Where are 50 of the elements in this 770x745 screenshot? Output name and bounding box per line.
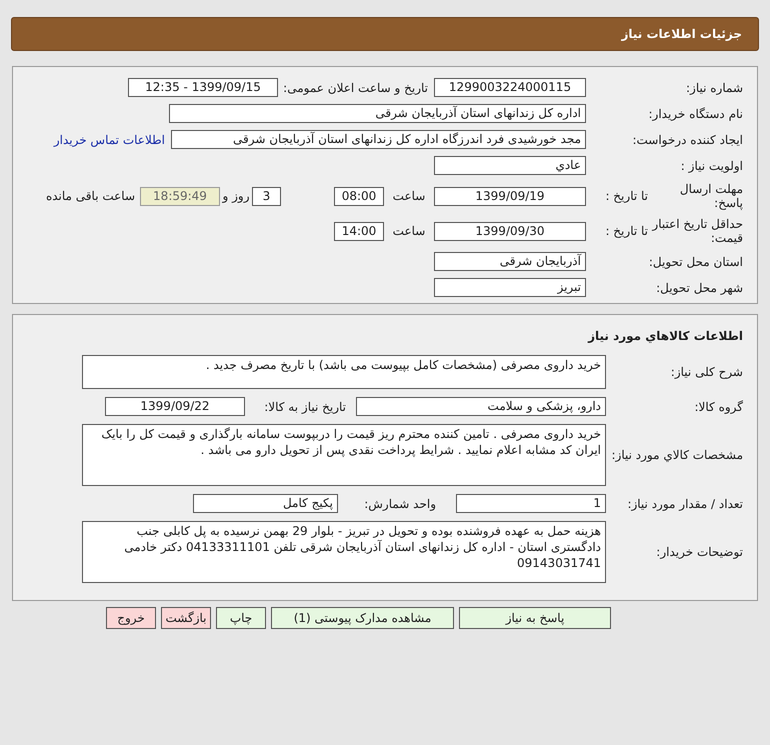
field-value: خرید داروی مصرفی . تامین کننده محترم ریز قیمت را دربپوست سامانه بارگذاری و قیمت کل را بایک ایران کد مشابه اعلام نمایید . شرایط پرداخت نقدی پس از تحویل دارو می باشد . [82,424,606,486]
field-label: تاریخ نیاز به کالا: [263,398,346,416]
field-value: 1 [456,494,606,513]
field-value: تبریز [434,278,586,297]
field-value: 1399/09/19 [434,186,586,206]
field-label: تا تاریخ : [604,188,648,205]
field-value: دارو، پزشکی و سلامت [356,397,606,416]
field-label: تا تاریخ : [604,223,648,240]
field-label: مشخصات کالاي مورد نیاز: [610,448,743,462]
field-label: شماره نیاز: [685,80,743,94]
field-value: آذربایجان شرقی [434,252,586,271]
field-label: استان محل تحویل: [648,254,743,268]
field-label: ساعت [392,223,426,240]
field-label: حداقل تاریخ اعتبار قیمت: [650,217,743,245]
action-button[interactable]: چاپ [216,607,266,629]
countdown-field: 18:59:49 [140,186,220,206]
buyer-contact-link[interactable]: اطلاعات تماس خریدار [54,130,165,148]
field-value: عادي [434,156,586,175]
action-button[interactable]: پاسخ به نیاز [459,607,611,629]
field-value: 14:00 [334,222,384,240]
field-value: 3 [252,186,281,206]
field-label: توضیحات خریدار: [655,545,743,559]
action-button[interactable]: مشاهده مدارک پیوستی (1) [271,607,454,629]
field-label: گروه کالا: [694,400,743,414]
field-label: نام دستگاه خریدار: [648,106,743,120]
page-header: جزئیات اطلاعات نیاز [11,17,759,51]
field-value: 1399/09/15 - 12:35 [128,78,278,97]
field-value: پکیج کامل [193,494,338,513]
field-label: ساعت باقی مانده [46,188,135,205]
field-label: مهلت ارسال پاسخ: [678,182,743,210]
field-value: 08:00 [334,186,384,206]
field-label: تاریخ و ساعت اعلان عمومی: [282,80,428,96]
action-button[interactable]: بازگشت [161,607,211,629]
action-button[interactable]: خروج [106,607,156,629]
field-label: شرح کلی نیاز: [670,365,743,379]
field-value: 1399/09/30 [434,222,586,240]
field-value: مجد خورشیدی فرد اندرزگاه اداره کل زندانهای استان آذربایجان شرقی [171,130,586,149]
field-value: 1299003224000115 [434,78,586,97]
field-label: شهر محل تحویل: [655,280,743,294]
field-value: 1399/09/22 [105,397,245,416]
section-title: اطلاعات کالاهاي مورد نیاز [586,328,743,345]
field-label: ایجاد کننده درخواست: [631,132,743,146]
field-label: اولویت نیاز : [680,158,743,172]
field-label: واحد شمارش: [363,496,436,512]
field-label: ساعت [392,188,426,205]
field-value: خرید داروی مصرفی (مشخصات کامل بپیوست می باشد) با تاریخ مصرف جدید . [82,355,606,389]
field-label: روز و [221,188,250,205]
field-label: تعداد / مقدار مورد نیاز: [626,496,743,510]
field-value: اداره کل زندانهای استان آذربایجان شرقی [169,104,586,123]
field-value: هزینه حمل به عهده فروشنده بوده و تحویل در تبریز - بلوار 29 بهمن نرسیده به پل کابلی جنب دادگستری استان - اداره کل زندانهای استان آذربایجان شرقی تلفن 04133311101 دکتر خادمی 09143031741 [82,521,606,583]
